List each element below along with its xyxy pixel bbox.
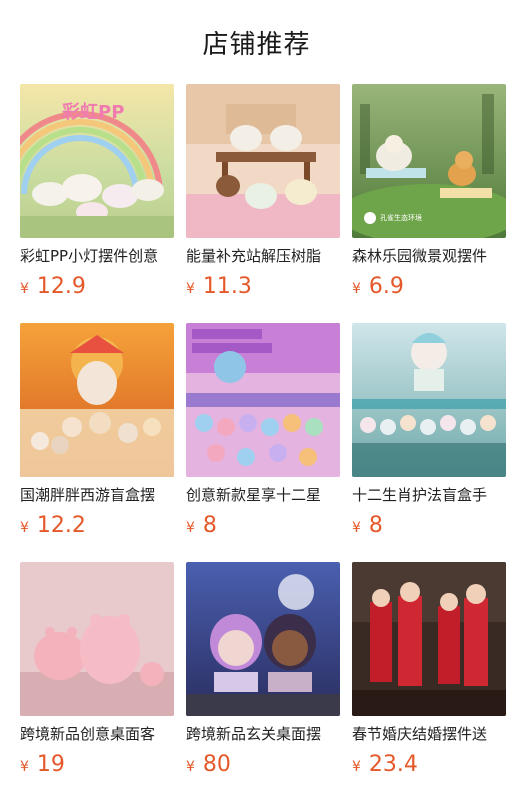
product-card[interactable]: 十二生肖护法盲盒手 ¥ 8 — [352, 323, 506, 548]
shop-watermark: 孔雀生态环境 — [364, 212, 422, 224]
product-price: ¥ 12.9 — [20, 274, 174, 302]
product-image-praying-angels[interactable] — [186, 562, 340, 716]
page-title: 店铺推荐 — [202, 29, 311, 60]
product-name[interactable]: 跨境新品玄关桌面摆 — [186, 724, 340, 744]
product-name[interactable]: 创意新款星享十二星 — [186, 485, 340, 505]
product-image-zodiac-guardians[interactable] — [352, 323, 506, 477]
price-value: 11.3 — [202, 274, 252, 299]
product-card[interactable]: 国潮胖胖西游盲盒摆 ¥ 12.2 — [20, 323, 174, 548]
currency-symbol: ¥ — [186, 281, 195, 297]
product-price: ¥ 80 — [186, 752, 340, 780]
currency-symbol: ¥ — [186, 759, 195, 775]
price-value: 19 — [36, 752, 65, 777]
product-card[interactable]: 创意新款星享十二星 ¥ 8 — [186, 323, 340, 548]
product-name[interactable]: 国潮胖胖西游盲盒摆 — [20, 485, 174, 505]
product-image-pink-pigs[interactable] — [20, 562, 174, 716]
price-value: 6.9 — [368, 274, 404, 299]
product-image-journey-west-blindbox[interactable] — [20, 323, 174, 477]
currency-symbol: ¥ — [352, 281, 361, 297]
currency-symbol: ¥ — [20, 759, 29, 775]
currency-symbol: ¥ — [352, 759, 361, 775]
product-price: ¥ 11.3 — [186, 274, 340, 302]
product-card[interactable]: 跨境新品玄关桌面摆 ¥ 80 — [186, 562, 340, 787]
product-card[interactable]: 彩虹PP 彩虹PP小灯摆件创意 ¥ 12.9 — [20, 84, 174, 309]
product-image-forest-sheep-fox[interactable]: 孔雀生态环境 — [352, 84, 506, 238]
price-value: 23.4 — [368, 752, 418, 777]
price-value: 80 — [202, 752, 231, 777]
product-image-rainbow-pig-lamp[interactable]: 彩虹PP — [20, 84, 174, 238]
currency-symbol: ¥ — [186, 520, 195, 536]
product-name[interactable]: 十二生肖护法盲盒手 — [352, 485, 506, 505]
product-image-wedding-couple[interactable] — [352, 562, 506, 716]
product-card[interactable]: 跨境新品创意桌面客 ¥ 19 — [20, 562, 174, 787]
currency-symbol: ¥ — [20, 520, 29, 536]
currency-symbol: ¥ — [20, 281, 29, 297]
product-name[interactable]: 森林乐园微景观摆件 — [352, 246, 506, 266]
product-price: ¥ 12.2 — [20, 513, 174, 541]
product-price: ¥ 8 — [186, 513, 340, 541]
product-name[interactable]: 春节婚庆结婚摆件送 — [352, 724, 506, 744]
currency-symbol: ¥ — [352, 520, 361, 536]
product-price: ¥ 23.4 — [352, 752, 506, 780]
product-name[interactable]: 彩虹PP小灯摆件创意 — [20, 246, 174, 266]
product-card[interactable]: 孔雀生态环境 森林乐园微景观摆件 ¥ 6.9 — [352, 84, 506, 309]
svg-text:彩虹PP: 彩虹PP — [61, 101, 124, 123]
price-value: 8 — [202, 513, 217, 538]
product-price: ¥ 6.9 — [352, 274, 506, 302]
logo-icon — [364, 212, 376, 224]
watermark-text: 孔雀生态环境 — [380, 214, 422, 222]
price-value: 8 — [368, 513, 383, 538]
price-value: 12.2 — [36, 513, 86, 538]
product-image-zodiac-girls[interactable] — [186, 323, 340, 477]
product-card[interactable]: 能量补充站解压树脂 ¥ 11.3 — [186, 84, 340, 309]
page-header: 店铺推荐 — [0, 0, 513, 84]
product-image-bubble-tea-cats[interactable] — [186, 84, 340, 238]
product-price: ¥ 19 — [20, 752, 174, 780]
product-name[interactable]: 跨境新品创意桌面客 — [20, 724, 174, 744]
product-name[interactable]: 能量补充站解压树脂 — [186, 246, 340, 266]
product-price: ¥ 8 — [352, 513, 506, 541]
product-card[interactable]: 春节婚庆结婚摆件送 ¥ 23.4 — [352, 562, 506, 787]
price-value: 12.9 — [36, 274, 86, 299]
